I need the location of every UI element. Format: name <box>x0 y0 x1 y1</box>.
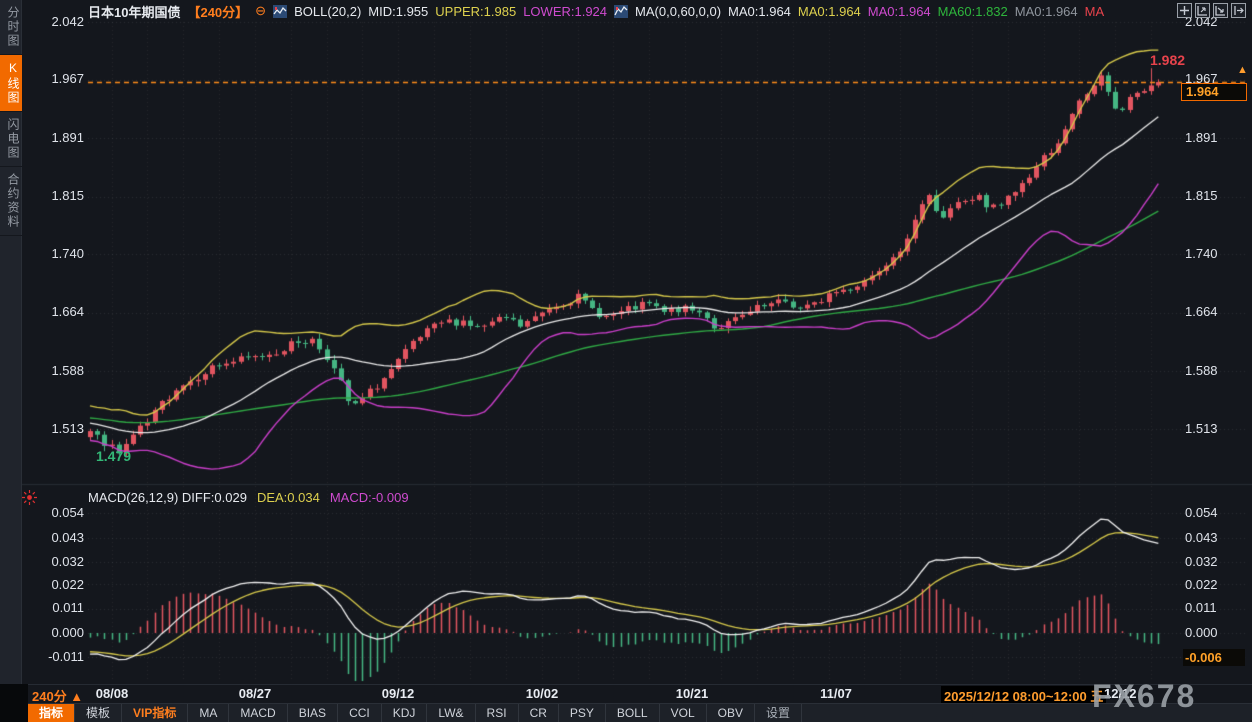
trading-terminal: 分时图 K线图 闪电图 合约资料 日本10年期国债 【240分】 ⊖ BOLL(… <box>0 0 1252 722</box>
macd-tick-right-4: 0.011 <box>1185 600 1217 616</box>
macd-tick-left-5: 0.000 <box>18 625 84 641</box>
price-tick-left-1: 1.967 <box>18 71 84 87</box>
toolbar-macd[interactable]: MACD <box>229 704 287 722</box>
price-tick-left-4: 1.740 <box>18 246 84 262</box>
macd-tick-left-4: 0.011 <box>18 600 84 616</box>
boll-params: BOLL(20,2) <box>294 4 361 19</box>
session-high-label: 1.982 <box>1150 52 1185 68</box>
ma-value-3: MA60:1.832 <box>938 4 1008 19</box>
sidebar-item-lightning[interactable]: 闪电图 <box>0 112 22 167</box>
boll-lower-value: LOWER:1.924 <box>523 4 607 19</box>
price-tick-right-6: 1.588 <box>1185 363 1218 379</box>
macd-tick-right-3: 0.022 <box>1185 577 1218 593</box>
boll-indicator-icon[interactable] <box>273 5 287 18</box>
toolbar-vip-indicator-tab[interactable]: VIP指标 <box>122 704 188 722</box>
price-tick-left-6: 1.588 <box>18 363 84 379</box>
date-label-1: 08/27 <box>239 686 272 701</box>
chart-toolbuttons <box>1177 3 1246 18</box>
date-label-3: 10/02 <box>526 686 559 701</box>
macd-tick-left-0: 0.054 <box>18 505 84 521</box>
macd-tick-right-2: 0.032 <box>1185 554 1218 570</box>
collapse-icon[interactable]: ⊖ <box>255 3 266 19</box>
toolbar-ma[interactable]: MA <box>188 704 229 722</box>
price-tick-right-5: 1.664 <box>1185 304 1218 320</box>
toolbar-lw[interactable]: LW& <box>427 704 475 722</box>
period-low-label: 1.479 <box>96 448 131 464</box>
boll-mid-value: MID:1.955 <box>368 4 428 19</box>
macd-tick-left-2: 0.032 <box>18 554 84 570</box>
date-label-0: 08/08 <box>96 686 129 701</box>
price-tick-left-7: 1.513 <box>18 421 84 437</box>
sidebar-item-contract-info[interactable]: 合约资料 <box>0 167 22 236</box>
corner-block <box>0 684 28 722</box>
scroll-right-arrow-icon[interactable]: ▲ <box>1237 64 1248 76</box>
chart-header: 日本10年期国债 【240分】 ⊖ BOLL(20,2) MID:1.955 U… <box>88 3 1104 19</box>
price-tick-right-7: 1.513 <box>1185 421 1218 437</box>
sidebar-item-timeshare[interactable]: 分时图 <box>0 0 22 55</box>
toolbar-cr[interactable]: CR <box>519 704 559 722</box>
ma-params: MA(0,0,60,0,0) <box>635 4 721 19</box>
price-tick-left-2: 1.891 <box>18 130 84 146</box>
ma-value-0: MA0:1.964 <box>728 4 791 19</box>
macd-tick-right-1: 0.043 <box>1185 530 1218 546</box>
toolbar-boll[interactable]: BOLL <box>606 704 660 722</box>
macd-hist-value: MACD:-0.009 <box>330 490 409 505</box>
indicator-marker-icon[interactable] <box>21 489 38 506</box>
last-price-tag: 1.964 <box>1181 83 1247 101</box>
ma-value-4: MA0:1.964 <box>1015 4 1078 19</box>
date-label-4: 10/21 <box>676 686 709 701</box>
toolbar-psy[interactable]: PSY <box>559 704 606 722</box>
time-axis-row: 240分 ▲ 08/08 08/27 09/12 10/02 10/21 11/… <box>0 684 1252 703</box>
left-sidebar: 分时图 K线图 闪电图 合约资料 <box>0 0 22 684</box>
toolbar-vol[interactable]: VOL <box>660 704 707 722</box>
toolbar-rsi[interactable]: RSI <box>476 704 519 722</box>
macd-diff-value: MACD(26,12,9) DIFF:0.029 <box>88 490 247 505</box>
zoom-out-axis-icon[interactable] <box>1195 3 1210 18</box>
sidebar-item-kline[interactable]: K线图 <box>0 55 22 112</box>
scroll-latest-icon[interactable] <box>1231 3 1246 18</box>
period-label[interactable]: 【240分】 <box>187 2 248 21</box>
price-tick-right-2: 1.891 <box>1185 130 1218 146</box>
ma-value-1: MA0:1.964 <box>798 4 861 19</box>
toolbar-settings[interactable]: 设置 <box>755 704 802 722</box>
price-tick-left-3: 1.815 <box>18 188 84 204</box>
macd-tick-right-5: 0.000 <box>1185 625 1218 641</box>
macd-dea-value: DEA:0.034 <box>257 490 320 505</box>
price-tick-right-4: 1.740 <box>1185 246 1218 262</box>
price-tick-left-5: 1.664 <box>18 304 84 320</box>
macd-last-hist-tag: -0.006 <box>1183 649 1245 666</box>
date-label-5: 11/07 <box>820 686 852 701</box>
toolbar-cci[interactable]: CCI <box>338 704 382 722</box>
date-label-2: 09/12 <box>382 686 415 701</box>
instrument-title: 日本10年期国债 <box>88 2 180 21</box>
price-tick-left-0: 2.042 <box>18 14 84 30</box>
price-tick-right-3: 1.815 <box>1185 188 1218 204</box>
toolbar-kdj[interactable]: KDJ <box>382 704 428 722</box>
toolbar-bias[interactable]: BIAS <box>288 704 338 722</box>
watermark: FX678 <box>1092 678 1196 715</box>
price-chart-canvas[interactable] <box>0 0 1252 722</box>
toolbar-indicator-tab[interactable]: 指标 <box>28 704 75 722</box>
macd-tick-left-1: 0.043 <box>18 530 84 546</box>
macd-tick-right-0: 0.054 <box>1185 505 1218 521</box>
ma-indicator-icon[interactable] <box>614 5 628 18</box>
macd-tick-left-6: -0.011 <box>18 649 84 665</box>
boll-upper-value: UPPER:1.985 <box>435 4 516 19</box>
indicator-toolbar: 指标 模板 VIP指标 MA MACD BIAS CCI KDJ LW& RSI… <box>0 703 1252 722</box>
ma-value-5: MA <box>1085 4 1105 19</box>
crosshair-icon[interactable] <box>1177 3 1192 18</box>
macd-header: MACD(26,12,9) DIFF:0.029 DEA:0.034 MACD:… <box>88 490 409 505</box>
ma-value-2: MA0:1.964 <box>868 4 931 19</box>
toolbar-obv[interactable]: OBV <box>707 704 755 722</box>
zoom-in-axis-icon[interactable] <box>1213 3 1228 18</box>
toolbar-template-tab[interactable]: 模板 <box>75 704 122 722</box>
macd-tick-left-3: 0.022 <box>18 577 84 593</box>
